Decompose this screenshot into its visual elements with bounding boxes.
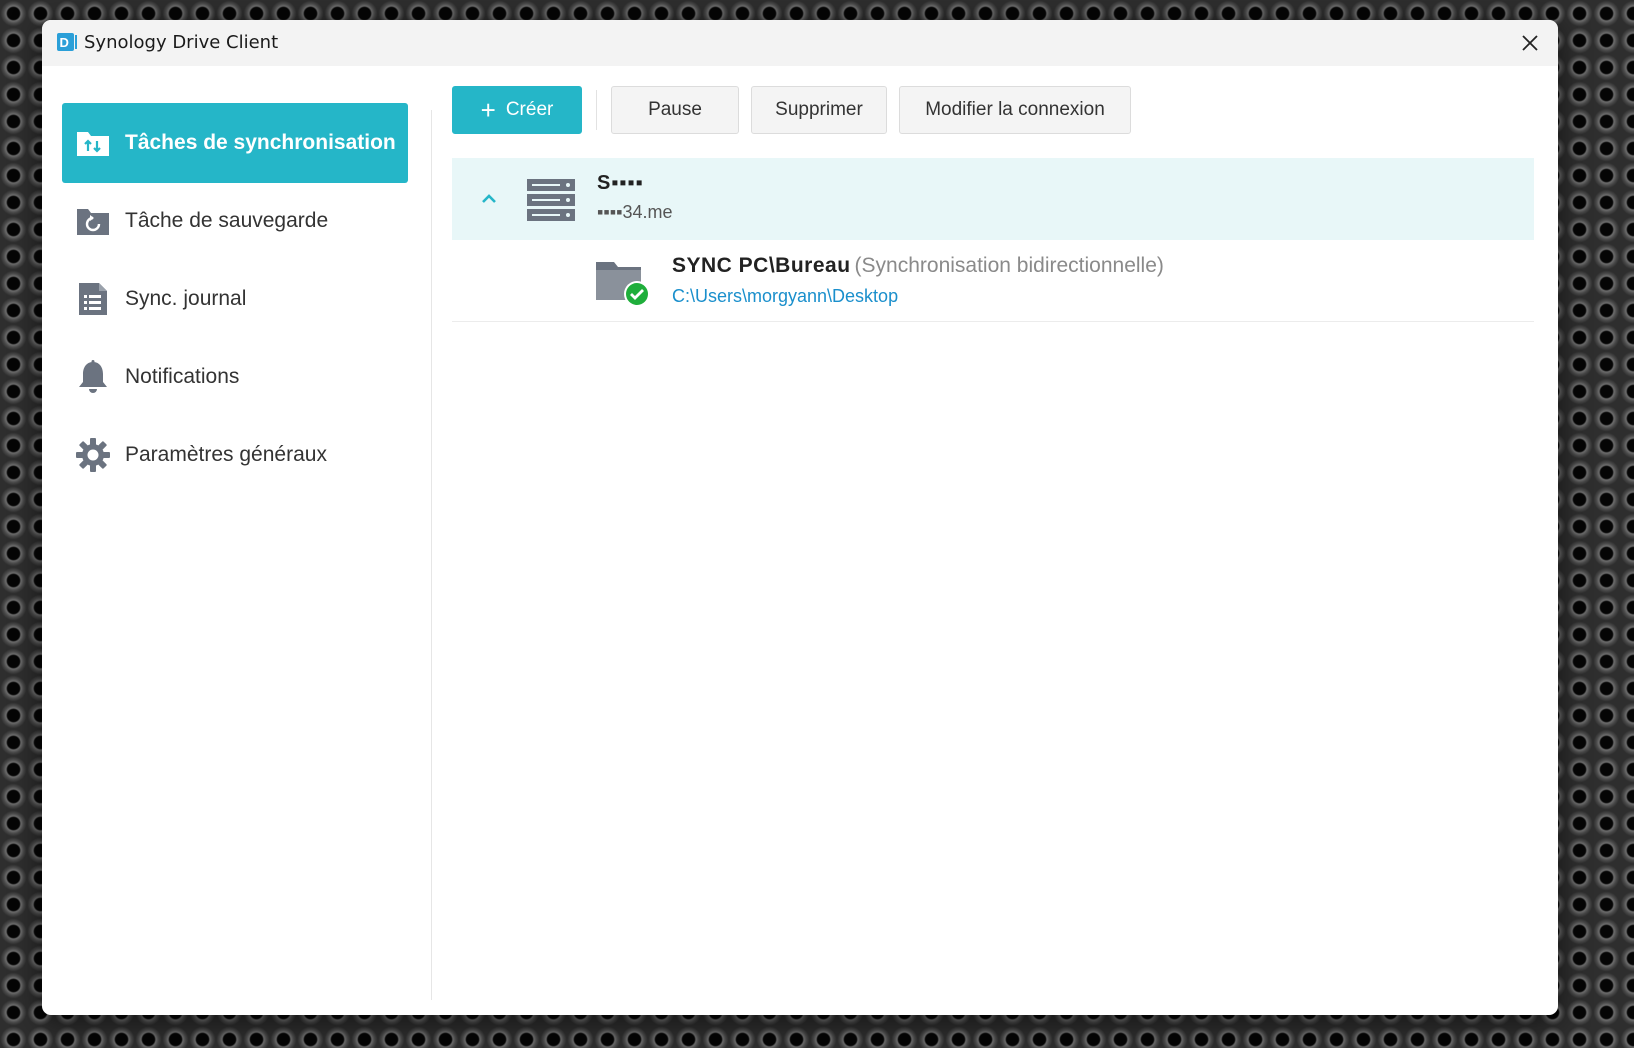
app-window: D Synology Drive Client Tâches de synchr… bbox=[42, 20, 1558, 1015]
modify-connection-button[interactable]: Modifier la connexion bbox=[899, 86, 1131, 134]
sidebar-item-sync-log[interactable]: Sync. journal bbox=[62, 259, 408, 339]
sync-task-row[interactable]: SYNC PC\Bureau (Synchronisation bidirecti… bbox=[452, 240, 1534, 322]
sync-task-mode: (Synchronisation bidirectionnelle) bbox=[854, 254, 1164, 277]
sidebar-item-label: Tâche de sauvegarde bbox=[125, 209, 329, 232]
sidebar-item-sync-tasks[interactable]: Tâches de synchronisation bbox=[62, 103, 408, 183]
sync-task-title: SYNC PC\Bureau (Synchronisation bidirecti… bbox=[672, 254, 1164, 278]
delete-button[interactable]: Supprimer bbox=[751, 86, 887, 134]
sidebar-item-label: Notifications bbox=[125, 365, 240, 388]
chevron-up-icon[interactable] bbox=[478, 188, 500, 210]
plus-icon: + bbox=[480, 95, 496, 125]
pause-button[interactable]: Pause bbox=[611, 86, 739, 134]
create-button[interactable]: + Créer bbox=[452, 86, 582, 134]
sidebar-item-backup-task[interactable]: Tâche de sauvegarde bbox=[62, 181, 408, 261]
sync-task-name: SYNC PC\Bureau bbox=[672, 254, 851, 277]
sidebar-divider bbox=[431, 110, 432, 1000]
server-host: ▪▪▪▪34.me bbox=[597, 202, 673, 222]
gear-icon bbox=[76, 438, 110, 472]
synced-folder-icon bbox=[596, 262, 650, 307]
server-row[interactable]: S▪▪▪▪ ▪▪▪▪34.me bbox=[452, 158, 1534, 240]
modify-connection-button-label: Modifier la connexion bbox=[925, 99, 1105, 120]
sync-task-local-path[interactable]: C:\Users\morgyann\Desktop bbox=[672, 286, 898, 307]
sidebar-item-general-settings[interactable]: Paramètres généraux bbox=[62, 415, 408, 495]
title-bar: D Synology Drive Client bbox=[42, 20, 1558, 66]
bell-icon bbox=[79, 360, 107, 393]
log-list-icon bbox=[79, 283, 107, 315]
delete-button-label: Supprimer bbox=[775, 99, 863, 120]
synology-drive-logo-icon: D bbox=[57, 33, 77, 51]
pause-button-label: Pause bbox=[648, 99, 702, 120]
sidebar-item-label: Paramètres généraux bbox=[125, 443, 327, 466]
server-name: S▪▪▪▪ bbox=[597, 172, 644, 194]
sync-folder-icon bbox=[77, 132, 109, 156]
toolbar: + Créer Pause Supprimer Modifier la conn… bbox=[452, 86, 1131, 134]
sidebar-item-label: Tâches de synchronisation bbox=[125, 131, 396, 154]
create-button-label: Créer bbox=[505, 99, 554, 120]
window-title: Synology Drive Client bbox=[84, 32, 279, 53]
close-icon bbox=[1522, 35, 1538, 51]
sidebar-item-label: Sync. journal bbox=[125, 287, 247, 310]
sidebar-item-notifications[interactable]: Notifications bbox=[62, 337, 408, 417]
close-button[interactable] bbox=[1516, 29, 1544, 57]
svg-text:D: D bbox=[60, 35, 69, 50]
toolbar-separator bbox=[596, 90, 597, 130]
server-icon bbox=[527, 179, 575, 221]
backup-folder-icon bbox=[77, 209, 109, 235]
sidebar: Tâches de synchronisation Tâche de sauve… bbox=[42, 66, 432, 1015]
